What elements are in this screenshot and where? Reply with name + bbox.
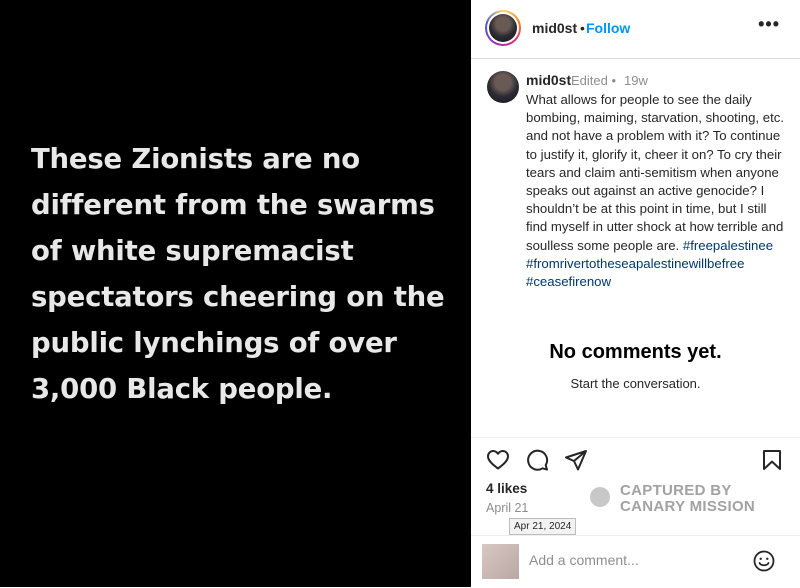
bookmark-icon[interactable] — [760, 448, 784, 472]
more-options-icon[interactable]: ••• — [758, 14, 780, 35]
edited-label: Edited • — [571, 73, 617, 88]
comment-bar — [471, 535, 800, 588]
likes-count[interactable]: 4 likes — [486, 481, 527, 496]
hashtag-link[interactable]: #ceasefirenow — [526, 274, 611, 289]
post-side-panel: mid0st • Follow ••• mid0st Edited • 19w … — [471, 0, 800, 587]
canary-logo-icon — [590, 487, 610, 507]
post-media: These Zionists are no different from the… — [0, 0, 471, 587]
no-comments-subtitle: Start the conversation. — [570, 376, 701, 391]
send-icon[interactable] — [564, 448, 588, 472]
story-avatar[interactable] — [485, 10, 521, 46]
caption-avatar[interactable] — [487, 71, 519, 103]
divider — [471, 437, 800, 438]
post-header: mid0st • Follow ••• — [471, 0, 800, 59]
comment-avatar — [482, 544, 519, 579]
caption-time: 19w — [624, 73, 648, 88]
caption-username[interactable]: mid0st — [526, 72, 571, 88]
post-date[interactable]: April 21 — [486, 501, 528, 515]
hashtag-link[interactable]: #fromrivertotheseapalestinewillbefree — [526, 256, 744, 271]
date-tooltip: Apr 21, 2024 — [509, 518, 577, 535]
hashtag-link[interactable]: #freepalestinee — [683, 238, 773, 253]
header-username[interactable]: mid0st — [532, 20, 577, 36]
no-comments-title: No comments yet. — [549, 341, 722, 363]
caption-body: What allows for people to see the daily … — [526, 92, 785, 253]
heart-icon[interactable] — [486, 448, 510, 472]
avatar — [489, 14, 517, 42]
caption-text: What allows for people to see the daily … — [526, 91, 788, 291]
watermark: CAPTURED BY CANARY MISSION — [620, 482, 756, 515]
comment-input[interactable] — [529, 552, 749, 568]
media-text: These Zionists are no different from the… — [31, 143, 445, 405]
header-separator: • — [580, 20, 585, 36]
follow-button[interactable]: Follow — [586, 20, 630, 36]
emoji-icon[interactable] — [752, 549, 776, 573]
comment-icon[interactable] — [525, 448, 549, 472]
